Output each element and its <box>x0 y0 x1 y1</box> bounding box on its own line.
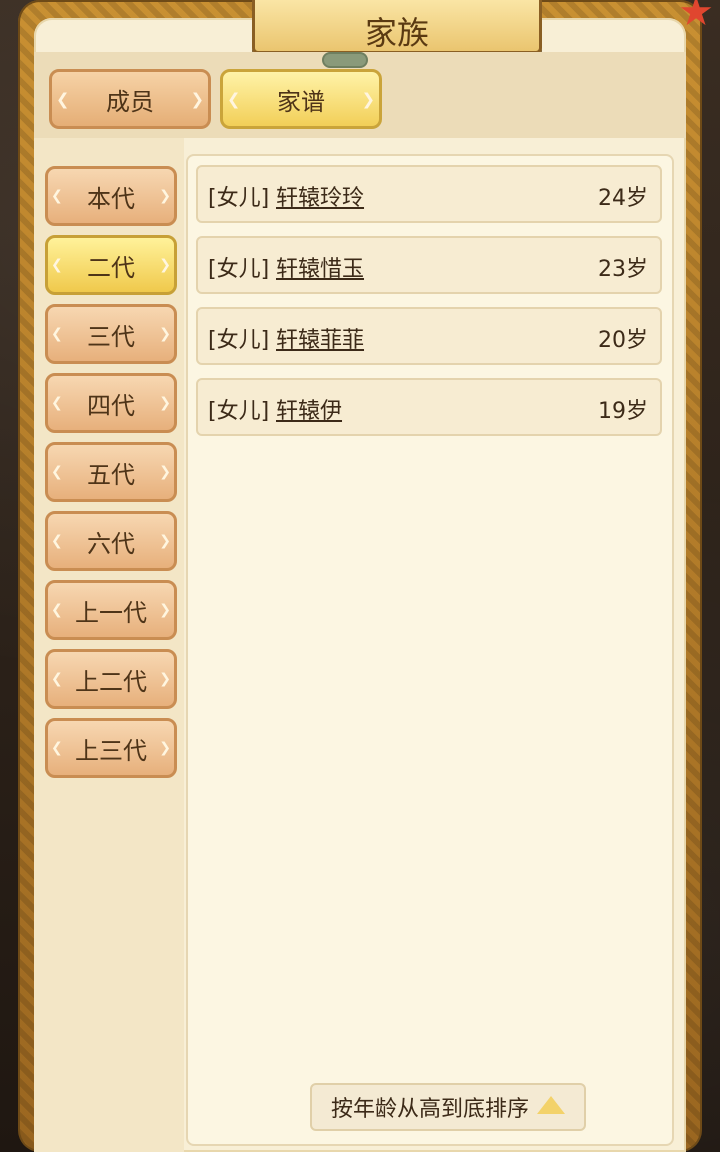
generation-label: 五代 <box>87 460 135 489</box>
sort-label: 按年龄从高到底排序 <box>330 1097 529 1122</box>
generation-label: 本代 <box>87 184 135 213</box>
generation-label: 四代 <box>87 391 135 420</box>
ornament-icon: ❮ <box>51 257 63 273</box>
ornament-icon: ❯ <box>159 740 171 756</box>
member-relation: [女儿] <box>208 186 270 211</box>
ornament-icon: ❮ <box>51 188 63 204</box>
ornament-icon: ❯ <box>159 395 171 411</box>
generation-button[interactable]: ❮ 上二代 ❯ <box>45 649 177 709</box>
member-age: 24岁 <box>598 186 648 211</box>
ornament-icon: ❯ <box>361 89 375 109</box>
tab-family-tree[interactable]: ❮ 家谱 ❯ <box>220 69 382 129</box>
generation-button[interactable]: ❮ 上一代 ❯ <box>45 580 177 640</box>
generation-button[interactable]: ❮ 本代 ❯ <box>45 166 177 226</box>
generation-label: 三代 <box>87 322 135 351</box>
tab-members-label: 成员 <box>106 87 154 116</box>
generation-label: 六代 <box>87 529 135 558</box>
drag-handle-icon[interactable] <box>322 52 368 68</box>
triangle-up-icon <box>537 1096 565 1114</box>
member-relation: [女儿] <box>208 399 270 424</box>
ornament-icon: ❮ <box>51 326 63 342</box>
ornament-icon: ❮ <box>51 602 63 618</box>
member-list-panel <box>186 154 674 1146</box>
tab-family-tree-label: 家谱 <box>277 87 325 116</box>
title-plaque: 家族 <box>252 0 542 54</box>
ornament-icon: ❮ <box>51 395 63 411</box>
generation-button[interactable]: ❮ 五代 ❯ <box>45 442 177 502</box>
member-age: 20岁 <box>598 328 648 353</box>
ornament-icon: ❯ <box>159 188 171 204</box>
generation-button[interactable]: ❮ 四代 ❯ <box>45 373 177 433</box>
ornament-icon: ❮ <box>51 671 63 687</box>
ornament-icon: ❮ <box>51 464 63 480</box>
generation-button[interactable]: ❮ 六代 ❯ <box>45 511 177 571</box>
ornament-icon: ❯ <box>159 257 171 273</box>
ornament-icon: ❮ <box>227 89 241 109</box>
generation-button[interactable]: ❮ 三代 ❯ <box>45 304 177 364</box>
close-star-icon[interactable]: ★ <box>676 0 716 32</box>
generation-label: 二代 <box>87 253 135 282</box>
member-relation: [女儿] <box>208 328 270 353</box>
member-row[interactable]: [女儿] 轩辕伊 19岁 <box>196 378 662 436</box>
member-name-link[interactable]: 轩辕菲菲 <box>276 322 364 354</box>
ornament-icon: ❯ <box>190 89 204 109</box>
ornament-icon: ❮ <box>51 533 63 549</box>
tab-members[interactable]: ❮ 成员 ❯ <box>49 69 211 129</box>
member-name-link[interactable]: 轩辕惜玉 <box>276 251 364 283</box>
member-name-link[interactable]: 轩辕玲玲 <box>276 180 364 212</box>
generation-button[interactable]: ❮ 二代 ❯ <box>45 235 177 295</box>
sort-by-age-button[interactable]: 按年龄从高到底排序 <box>310 1083 586 1131</box>
member-name-link[interactable]: 轩辕伊 <box>276 393 342 425</box>
ornament-icon: ❯ <box>159 326 171 342</box>
ornament-icon: ❯ <box>159 671 171 687</box>
ornament-icon: ❯ <box>159 464 171 480</box>
generation-label: 上三代 <box>75 736 147 765</box>
ornament-icon: ❮ <box>51 740 63 756</box>
member-relation: [女儿] <box>208 257 270 282</box>
generation-label: 上一代 <box>75 598 147 627</box>
member-age: 23岁 <box>598 257 648 282</box>
generation-label: 上二代 <box>75 667 147 696</box>
generation-button[interactable]: ❮ 上三代 ❯ <box>45 718 177 778</box>
member-row[interactable]: [女儿] 轩辕玲玲 24岁 <box>196 165 662 223</box>
ornament-icon: ❯ <box>159 602 171 618</box>
ornament-icon: ❯ <box>159 533 171 549</box>
member-age: 19岁 <box>598 399 648 424</box>
member-row[interactable]: [女儿] 轩辕菲菲 20岁 <box>196 307 662 365</box>
member-row[interactable]: [女儿] 轩辕惜玉 23岁 <box>196 236 662 294</box>
window-title: 家族 <box>364 14 429 52</box>
ornament-icon: ❮ <box>56 89 70 109</box>
